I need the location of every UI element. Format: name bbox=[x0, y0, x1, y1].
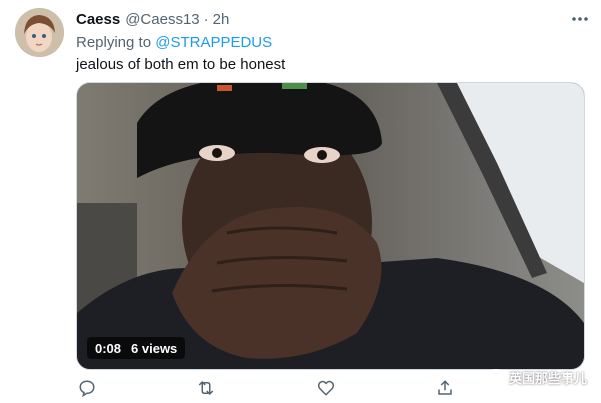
author-handle[interactable]: @Caess13 bbox=[125, 11, 199, 28]
wechat-icon bbox=[486, 368, 505, 387]
retweet-icon[interactable] bbox=[195, 377, 217, 399]
avatar[interactable] bbox=[15, 8, 64, 57]
reply-to-link[interactable]: @STRAPPEDUS bbox=[155, 34, 272, 51]
share-icon[interactable] bbox=[434, 377, 456, 399]
video-views: 6 views bbox=[131, 340, 178, 356]
header-separator: · bbox=[203, 10, 209, 28]
tweet-time[interactable]: 2h bbox=[213, 11, 230, 28]
video-player[interactable]: 0:08 6 views bbox=[76, 82, 585, 370]
watermark-text: 英国那些事儿 bbox=[508, 371, 587, 386]
reply-icon[interactable] bbox=[76, 377, 98, 399]
reply-context: Replying to @STRAPPEDUS bbox=[76, 34, 272, 51]
video-thumbnail bbox=[77, 83, 584, 369]
author-name[interactable]: Caess bbox=[76, 11, 120, 28]
reply-prefix: Replying to bbox=[76, 34, 152, 51]
more-options-icon[interactable] bbox=[569, 11, 591, 27]
avatar-image bbox=[15, 8, 64, 57]
like-icon[interactable] bbox=[315, 377, 337, 399]
watermark: 英国那些事儿 bbox=[486, 368, 587, 387]
video-info-badge: 0:08 6 views bbox=[87, 337, 186, 359]
tweet-text: jealous of both em to be honest bbox=[76, 56, 286, 73]
video-duration: 0:08 bbox=[95, 340, 122, 356]
tweet-header: Caess @Caess13 · 2h bbox=[76, 9, 591, 29]
tweet-actions bbox=[76, 377, 456, 399]
